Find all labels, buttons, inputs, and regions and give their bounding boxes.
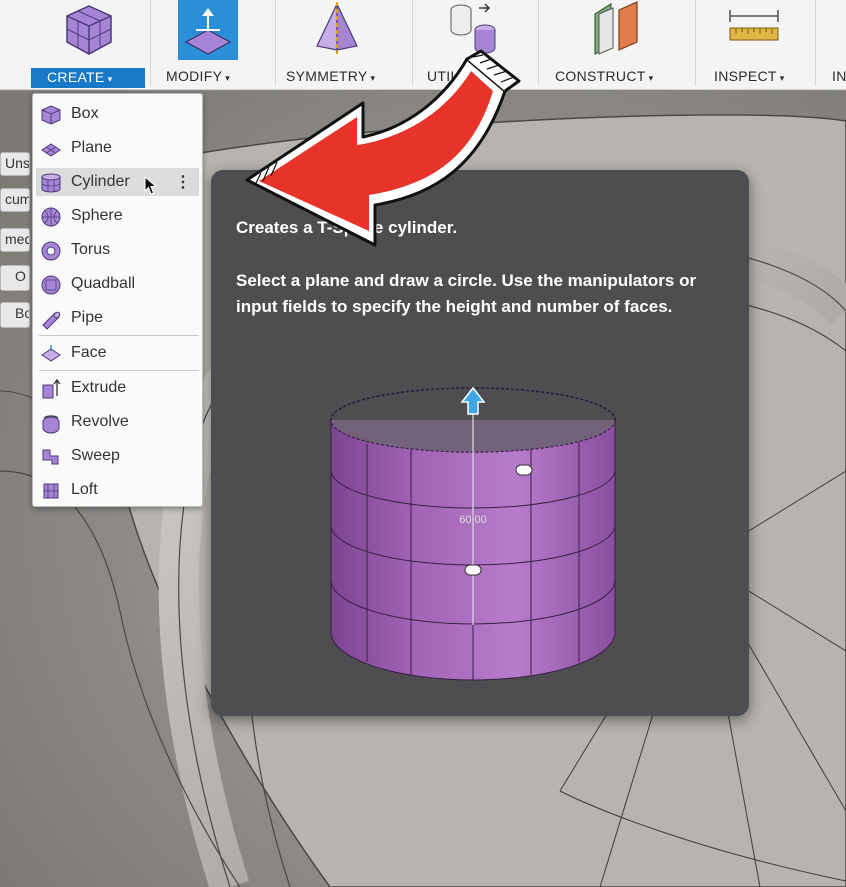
revolve-icon (42, 415, 60, 434)
quadball-icon (41, 275, 61, 295)
toolbar-group-inspect[interactable]: INSPECT ▾ (712, 0, 812, 90)
menu-item-sphere[interactable]: Sphere (36, 202, 199, 230)
mouse-cursor-icon (144, 176, 158, 195)
caret-down-icon: ▾ (779, 73, 785, 83)
modify-icon (178, 0, 238, 60)
menu-separator (39, 335, 199, 336)
tooltip-description: Select a plane and draw a circle. Use th… (236, 271, 697, 316)
menu-item-cylinder[interactable]: Cylinder ⋮ (36, 168, 199, 196)
toolbar-separator (815, 0, 816, 86)
toolbar-label-insert: INSERT (832, 68, 846, 84)
extrude-icon (42, 378, 61, 399)
cylinder-illustration: 60.00 (330, 386, 616, 681)
browser-item-document[interactable]: cum (0, 188, 30, 212)
torus-icon (41, 241, 61, 261)
menu-item-extrude[interactable]: Extrude (36, 374, 199, 402)
toolbar-group-insert[interactable]: INSERT (830, 0, 846, 90)
toolbar-separator (695, 0, 696, 86)
ruler-icon (729, 10, 779, 41)
browser-item-origin[interactable]: O (0, 265, 30, 291)
face-icon (41, 345, 61, 362)
browser-item-named[interactable]: med (0, 228, 30, 252)
menu-item-revolve[interactable]: Revolve (36, 408, 199, 436)
caret-down-icon: ▾ (107, 74, 113, 84)
menu-separator (39, 370, 199, 371)
box-icon (66, 5, 112, 55)
browser-item-unsaved[interactable]: Unsa (0, 152, 30, 176)
menu-item-face[interactable]: Face (36, 339, 199, 367)
more-options-icon[interactable]: ⋮ (175, 172, 191, 192)
loft-icon (43, 483, 59, 499)
cylinder-icon (41, 173, 61, 193)
toolbar-label-inspect: INSPECT (714, 68, 777, 84)
menu-item-loft[interactable]: Loft (36, 476, 199, 504)
toolbar-separator (150, 0, 151, 86)
browser-item-bodies[interactable]: Bo (0, 302, 30, 328)
toolbar-group-construct[interactable]: CONSTRUCT ▾ (553, 0, 683, 90)
toolbar-label-construct: CONSTRUCT (555, 68, 646, 84)
sphere-icon (41, 207, 61, 227)
toolbar-separator (538, 0, 539, 86)
plane-icon (41, 143, 61, 157)
menu-item-pipe[interactable]: Pipe (36, 304, 199, 332)
construct-plane-icon (594, 1, 638, 56)
caret-down-icon: ▾ (648, 73, 654, 83)
toolbar-label-create: CREATE (47, 69, 105, 85)
menu-item-torus[interactable]: Torus (36, 236, 199, 264)
create-dropdown-menu: Box Plane Cylinder ⋮ Sphere Torus Quadba… (32, 93, 203, 507)
caret-down-icon: ▾ (225, 73, 231, 83)
toolbar-label-modify: MODIFY (166, 68, 223, 84)
menu-item-plane[interactable]: Plane (36, 134, 199, 162)
annotation-arrow-icon (245, 49, 521, 247)
sweep-icon (42, 449, 59, 465)
box-icon (41, 105, 61, 125)
height-dimension-label: 60.00 (459, 514, 487, 526)
pipe-icon (42, 311, 61, 330)
menu-item-quadball[interactable]: Quadball (36, 270, 199, 298)
menu-item-sweep[interactable]: Sweep (36, 442, 199, 470)
toolbar-group-create[interactable]: CREATE ▾ (31, 0, 147, 90)
menu-item-box[interactable]: Box (36, 100, 199, 128)
